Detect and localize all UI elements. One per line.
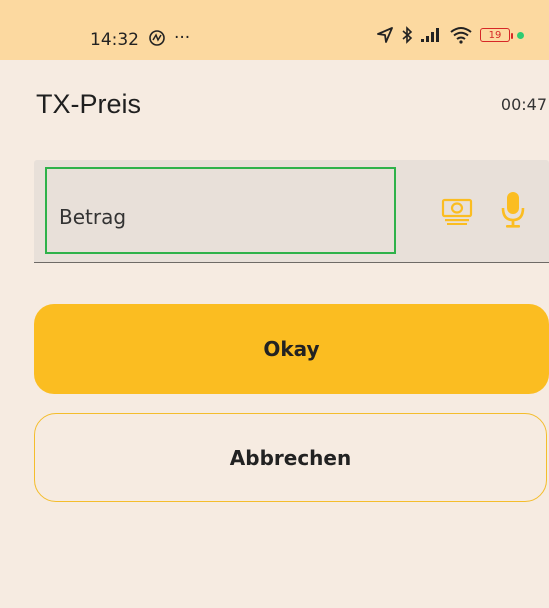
status-bar: 14:32 ··· 19 — [0, 0, 549, 60]
page-title: TX-Preis — [36, 89, 142, 119]
wifi-icon — [450, 27, 472, 44]
amount-input[interactable] — [59, 205, 359, 229]
location-icon — [377, 27, 393, 43]
cancel-button[interactable]: Abbrechen — [34, 413, 547, 502]
bluetooth-icon — [402, 26, 413, 44]
cash-icon[interactable] — [441, 196, 473, 226]
signal-icon — [421, 28, 439, 42]
more-icon: ··· — [174, 28, 191, 48]
nfc-icon — [149, 30, 165, 46]
status-left-icons: ··· — [148, 28, 190, 48]
timer: 00:47 — [500, 95, 547, 114]
okay-button[interactable]: Okay — [34, 304, 549, 394]
notification-dot — [517, 31, 524, 39]
status-time: 14:32 — [90, 30, 139, 50]
mic-icon[interactable] — [500, 190, 526, 230]
battery-icon: 19 — [480, 28, 513, 42]
amount-field-container[interactable] — [34, 160, 549, 263]
status-right-icons: 19 — [376, 26, 524, 44]
